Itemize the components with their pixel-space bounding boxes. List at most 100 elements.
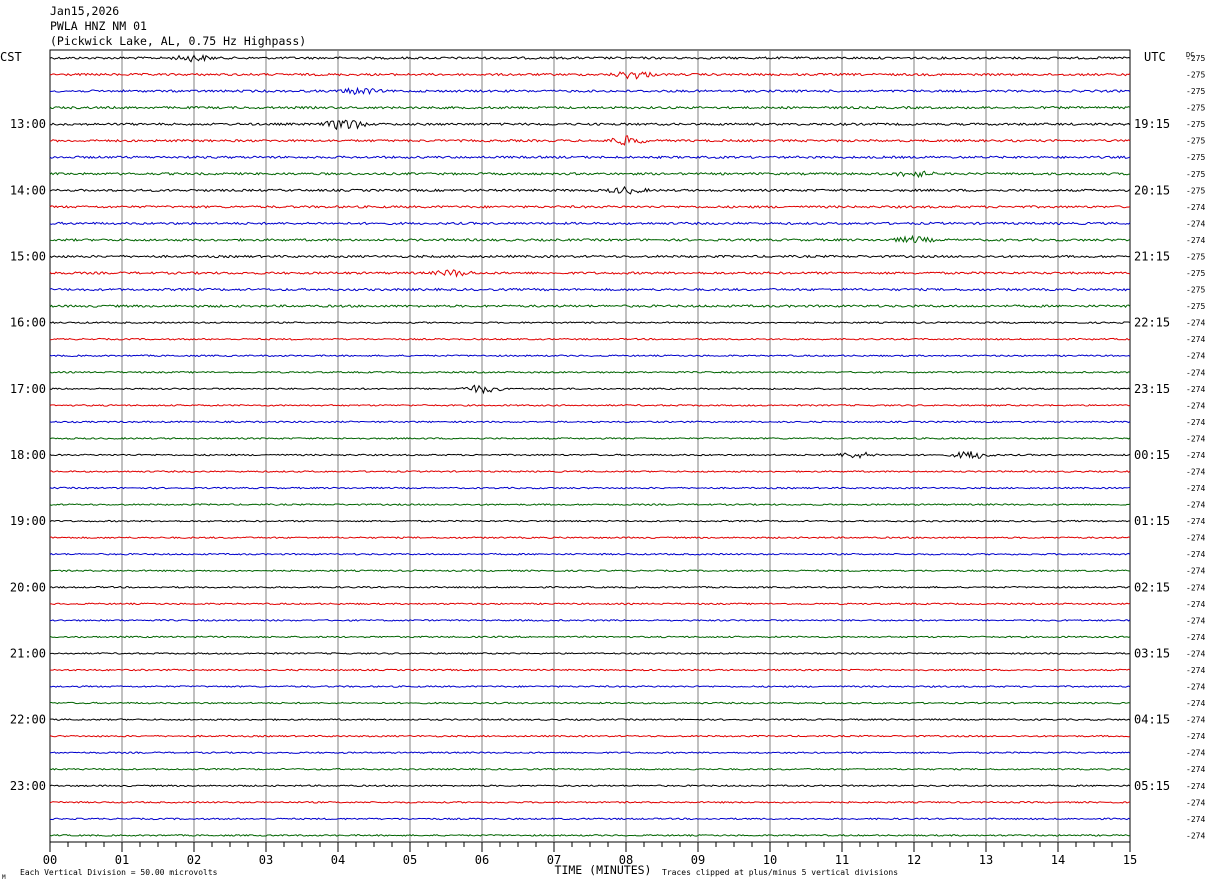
trace-line bbox=[49, 619, 1131, 622]
left-hour-label: 16:00 bbox=[10, 316, 46, 330]
dc-offset-label: -274 bbox=[1186, 418, 1205, 427]
left-hour-label: 15:00 bbox=[10, 249, 46, 263]
x-tick-label: 00 bbox=[43, 853, 57, 867]
trace-line bbox=[49, 254, 1131, 259]
trace-line bbox=[49, 519, 1131, 523]
right-hour-label: 05:15 bbox=[1134, 779, 1170, 793]
trace-line bbox=[49, 817, 1131, 821]
dc-offset-label: -275 bbox=[1186, 153, 1205, 162]
trace-line bbox=[49, 185, 1131, 195]
dc-offset-label: -274 bbox=[1186, 352, 1205, 361]
right-hour-label: 22:15 bbox=[1134, 316, 1170, 330]
dc-offset-label: -274 bbox=[1186, 368, 1205, 377]
trace-line bbox=[49, 585, 1131, 589]
trace-line bbox=[49, 304, 1131, 308]
right-hour-label: 02:15 bbox=[1134, 580, 1170, 594]
dc-offset-label: -274 bbox=[1186, 567, 1205, 576]
dc-offset-label: -274 bbox=[1186, 203, 1205, 212]
trace-line bbox=[49, 420, 1131, 424]
trace-line bbox=[49, 221, 1131, 226]
trace-line bbox=[49, 135, 1131, 146]
dc-offset-label: -274 bbox=[1186, 798, 1205, 807]
corner-mark: M bbox=[2, 874, 6, 881]
trace-line bbox=[49, 170, 1131, 179]
dc-offset-label: -275 bbox=[1186, 286, 1205, 295]
trace-line bbox=[49, 784, 1131, 788]
dc-offset-label: -275 bbox=[1186, 87, 1205, 96]
right-hour-label: 01:15 bbox=[1134, 514, 1170, 528]
trace-line bbox=[49, 337, 1131, 341]
trace-line bbox=[49, 503, 1131, 506]
x-tick-label: 05 bbox=[403, 853, 417, 867]
trace-line bbox=[49, 685, 1131, 688]
trace-line bbox=[49, 321, 1131, 325]
dc-offset-label: -274 bbox=[1186, 236, 1205, 245]
left-hour-label: 17:00 bbox=[10, 382, 46, 396]
trace-line bbox=[49, 234, 1131, 244]
trace-line bbox=[49, 403, 1131, 407]
x-tick-label: 06 bbox=[475, 853, 489, 867]
dc-offset-label: -275 bbox=[1186, 137, 1205, 146]
trace-line bbox=[49, 569, 1131, 573]
dc-offset-label: -274 bbox=[1186, 683, 1205, 692]
trace-line bbox=[49, 751, 1131, 755]
x-tick-label: 09 bbox=[691, 853, 705, 867]
trace-line bbox=[49, 71, 1131, 80]
left-hour-label: 22:00 bbox=[10, 713, 46, 727]
trace-line bbox=[49, 767, 1131, 771]
right-hour-label: 23:15 bbox=[1134, 382, 1170, 396]
trace-line bbox=[49, 86, 1131, 96]
trace-line bbox=[49, 370, 1131, 374]
left-hour-label: 21:00 bbox=[10, 646, 46, 660]
dc-offset-label: -275 bbox=[1186, 104, 1205, 113]
right-hour-label: 21:15 bbox=[1134, 249, 1170, 263]
dc-offset-label: -274 bbox=[1186, 666, 1205, 675]
plot-frame bbox=[49, 49, 1131, 843]
trace-line bbox=[49, 718, 1131, 722]
right-hour-label: 00:15 bbox=[1134, 448, 1170, 462]
dc-offset-label: -274 bbox=[1186, 699, 1205, 708]
left-hour-label: 23:00 bbox=[10, 779, 46, 793]
trace-line bbox=[49, 833, 1131, 837]
trace-line bbox=[49, 486, 1131, 490]
dc-offset-label: -274 bbox=[1186, 319, 1205, 328]
x-tick-label: 13 bbox=[979, 853, 993, 867]
right-timezone-label: UTC bbox=[1144, 50, 1166, 64]
dc-offset-label: -274 bbox=[1186, 434, 1205, 443]
dc-offset-label: -274 bbox=[1186, 600, 1205, 609]
x-tick-label: 03 bbox=[259, 853, 273, 867]
trace-line bbox=[49, 53, 1131, 63]
dc-column-label: DC bbox=[1186, 51, 1194, 59]
x-axis-title: TIME (MINUTES) bbox=[555, 863, 652, 877]
dc-offset-label: -275 bbox=[1186, 71, 1205, 80]
right-hour-label: 04:15 bbox=[1134, 713, 1170, 727]
x-tick-label: 04 bbox=[331, 853, 345, 867]
trace-line bbox=[49, 204, 1131, 209]
trace-line bbox=[49, 536, 1131, 540]
dc-offset-label: -274 bbox=[1186, 401, 1205, 410]
dc-offset-label: -275 bbox=[1186, 170, 1205, 179]
dc-offset-label: -274 bbox=[1186, 451, 1205, 460]
x-tick-label: 01 bbox=[115, 853, 129, 867]
trace-line bbox=[49, 602, 1131, 606]
trace-line bbox=[49, 652, 1131, 655]
trace-line bbox=[49, 800, 1131, 804]
trace-line bbox=[49, 269, 1131, 278]
trace-line bbox=[49, 734, 1131, 738]
dc-offset-label: -274 bbox=[1186, 484, 1205, 493]
trace-line bbox=[49, 354, 1131, 358]
scale-note: Each Vertical Division = 50.00 microvolt… bbox=[20, 868, 218, 877]
dc-offset-label: -275 bbox=[1186, 186, 1205, 195]
dc-offset-label: -274 bbox=[1186, 732, 1205, 741]
trace-line bbox=[49, 635, 1131, 639]
left-hour-label: 13:00 bbox=[10, 117, 46, 131]
dc-offset-label: -274 bbox=[1186, 583, 1205, 592]
dc-offset-label: -274 bbox=[1186, 716, 1205, 725]
clip-note: Traces clipped at plus/minus 5 vertical … bbox=[662, 868, 898, 877]
left-hour-label: 19:00 bbox=[10, 514, 46, 528]
dc-offset-label: -274 bbox=[1186, 765, 1205, 774]
x-tick-label: 12 bbox=[907, 853, 921, 867]
trace-line bbox=[49, 451, 1131, 460]
dc-offset-label: -274 bbox=[1186, 501, 1205, 510]
x-tick-label: 10 bbox=[763, 853, 777, 867]
